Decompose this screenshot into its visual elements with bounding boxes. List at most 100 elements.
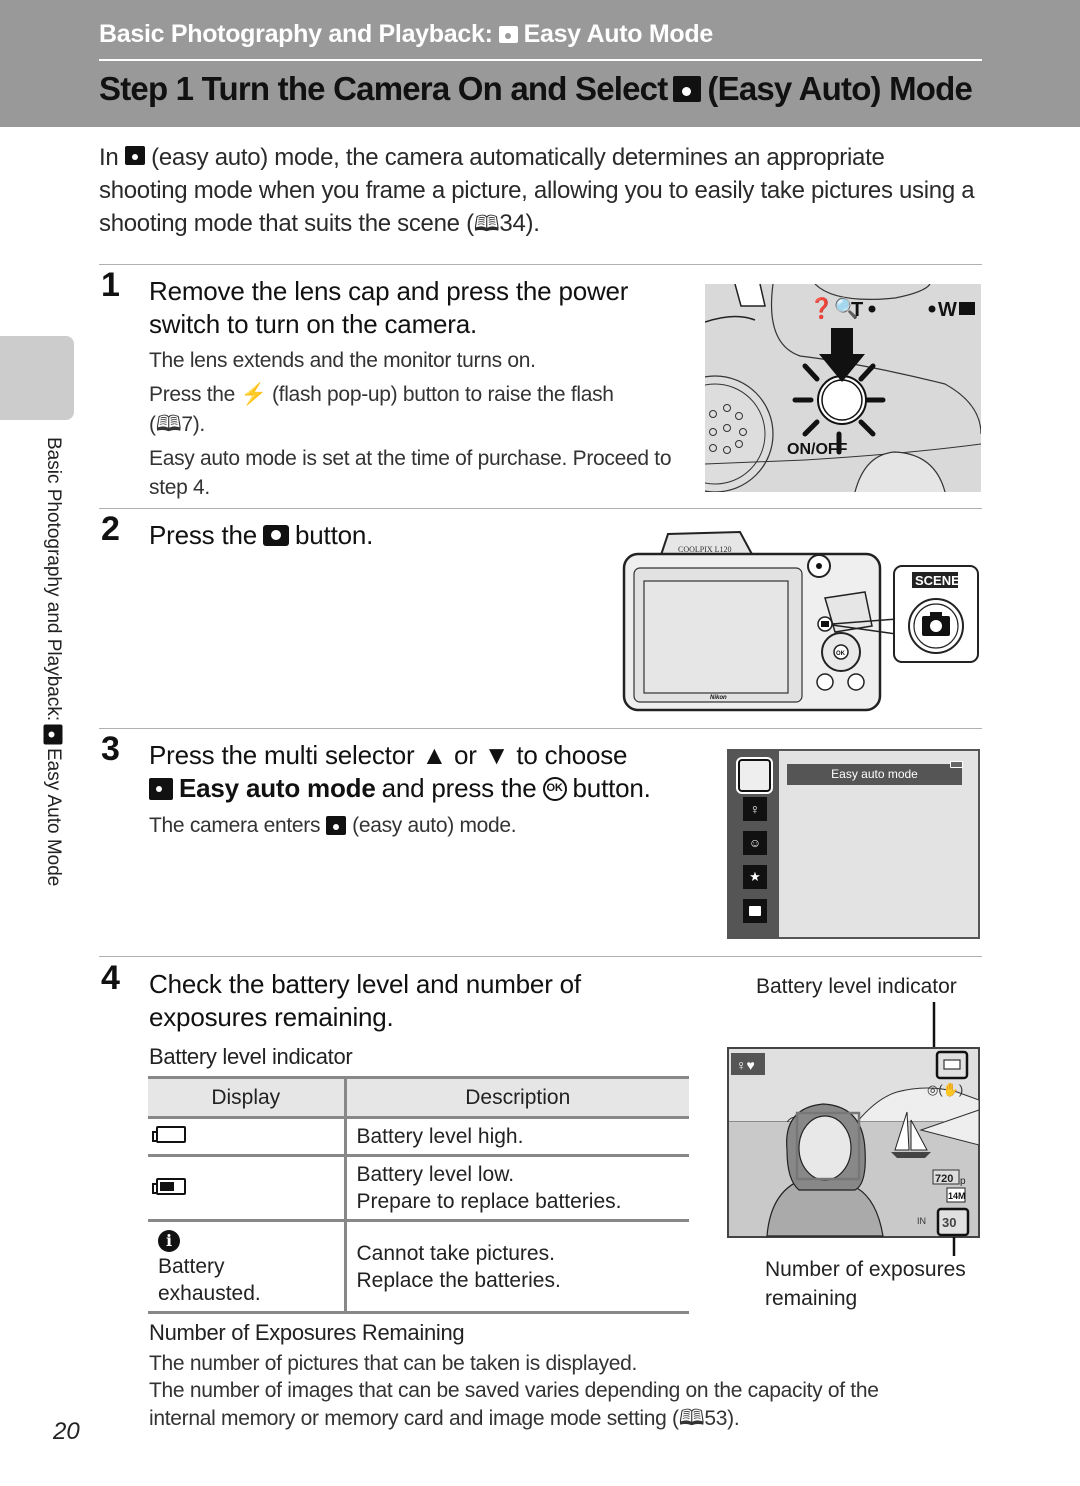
paragraph-text: The number of images that can be saved v… xyxy=(149,1379,879,1430)
easy-auto-icon xyxy=(673,76,702,102)
mode-scene-portrait[interactable]: ♀ xyxy=(743,797,767,821)
column-header-description: Description xyxy=(345,1076,689,1119)
column-header-display: Display xyxy=(148,1076,347,1119)
vr-icon: ◎(✋) xyxy=(927,1082,963,1097)
mode-sport-continuous[interactable]: ★ xyxy=(743,865,767,889)
divider xyxy=(99,956,982,957)
title-text: button. xyxy=(572,773,651,803)
mode-smart-portrait[interactable]: ☺ xyxy=(743,831,767,855)
book-reference-icon: 🕮 xyxy=(155,411,182,436)
paragraph-line: The number of images that can be saved v… xyxy=(149,1377,949,1432)
easy-auto-icon xyxy=(124,146,145,165)
step-title: Press the button. xyxy=(149,519,373,552)
header-divider xyxy=(99,59,982,61)
easy-auto-icon xyxy=(326,816,347,835)
display-text: Battery exhausted. xyxy=(158,1255,261,1305)
side-label-prefix: Basic Photography and Playback: xyxy=(43,437,64,722)
divider xyxy=(99,728,982,729)
scene-menu-screen: ♀ ☺ ★ Easy auto mode xyxy=(727,749,980,939)
mode-easy-auto-selected[interactable] xyxy=(736,757,773,794)
table-row: Battery level low. Prepare to replace ba… xyxy=(148,1155,689,1222)
ok-label: OK xyxy=(836,651,846,657)
description-line: Cannot take pictures. xyxy=(356,1241,555,1265)
flash-icon: ⚡ xyxy=(240,383,267,406)
image-mode-indicator: 14M xyxy=(948,1191,966,1201)
shooting-screen-illustration: ♀♥ ◎(✋) 720 p 14M IN 30 xyxy=(727,1002,980,1256)
step-title-line: Press the multi selector ▲ or ▼ to choos… xyxy=(149,739,719,772)
power-switch-illustration: ❓🔍 T W ON/OFF xyxy=(705,284,981,492)
title-prefix: Step 1 Turn the Camera On and Select xyxy=(99,70,668,107)
page-reference-link[interactable]: 53 xyxy=(704,1407,727,1430)
page-reference-link[interactable]: 34 xyxy=(499,210,525,237)
down-arrow-icon: ▼ xyxy=(483,740,510,770)
person-face xyxy=(798,1115,852,1181)
menu-title-bar: Easy auto mode xyxy=(787,764,962,785)
easy-auto-icon xyxy=(43,724,63,745)
delete-button xyxy=(847,673,865,691)
movie-mode-indicator: 720 xyxy=(935,1173,953,1185)
step-body-line: (🕮7). xyxy=(149,411,205,436)
book-reference-icon: 🕮 xyxy=(678,1405,705,1430)
title-text: Press the multi selector xyxy=(149,740,415,770)
step-number: 4 xyxy=(101,959,120,997)
exposures-remaining-count: 30 xyxy=(942,1215,956,1230)
book-reference-icon: 🕮 xyxy=(473,211,500,236)
section-mode-label: Easy Auto Mode xyxy=(523,20,714,48)
info-warning-icon: i xyxy=(158,1229,180,1252)
step-number: 3 xyxy=(101,730,120,768)
ok-button-icon: OK xyxy=(542,776,567,801)
description-cell: Battery level high. xyxy=(345,1117,689,1157)
paragraph-text: ). xyxy=(727,1407,740,1430)
intro-text: ). xyxy=(525,210,540,237)
side-chapter-label: Basic Photography and Playback: Easy Aut… xyxy=(42,437,64,887)
mode-auto[interactable] xyxy=(743,899,767,923)
table-row: i Battery exhausted. Cannot take picture… xyxy=(148,1220,689,1314)
display-cell xyxy=(148,1117,347,1157)
brand-logo: Nikon xyxy=(710,695,727,701)
exposures-paragraph: The number of pictures that can be taken… xyxy=(149,1350,949,1432)
page-number: 20 xyxy=(53,1418,80,1445)
step-body-line: The lens extends and the monitor turns o… xyxy=(149,349,536,372)
svg-text:p: p xyxy=(960,1176,966,1187)
page-reference-link[interactable]: 7 xyxy=(181,413,193,436)
divider xyxy=(99,264,982,265)
body-text: (easy auto) mode. xyxy=(352,814,517,837)
description-line: Prepare to replace batteries. xyxy=(356,1190,622,1213)
up-arrow-icon: ▲ xyxy=(421,740,447,770)
divider xyxy=(99,508,982,509)
menu-option-name: Easy auto mode xyxy=(179,773,376,803)
page-title: Step 1 Turn the Camera On and Select (Ea… xyxy=(99,70,973,108)
step-title-line: Easy auto mode and press the OK button. xyxy=(149,772,719,805)
title-text: and press the xyxy=(381,773,537,803)
step-number: 2 xyxy=(101,510,120,548)
description-cell: Battery level low. Prepare to replace ba… xyxy=(345,1155,689,1222)
section-heading: Basic Photography and Playback: Easy Aut… xyxy=(99,20,713,49)
body-text: Press the xyxy=(149,383,236,406)
intro-paragraph: In (easy auto) mode, the camera automati… xyxy=(99,141,979,240)
step-body-line: Easy auto mode is set at the time of pur… xyxy=(149,447,672,499)
step-body-line: Press the ⚡ (flash pop-up) button to rai… xyxy=(149,380,679,409)
shooting-mode-camera-icon xyxy=(263,525,290,546)
step-number: 1 xyxy=(101,266,120,304)
intro-text: In xyxy=(99,144,119,171)
easy-auto-icon xyxy=(149,777,173,800)
battery-icon xyxy=(950,761,963,768)
step-title: Press the multi selector ▲ or ▼ to choos… xyxy=(149,739,719,805)
subheading-battery-level: Battery level indicator xyxy=(149,1044,353,1069)
battery-level-icon xyxy=(943,1059,961,1070)
section-label: Basic Photography and Playback: xyxy=(99,20,493,48)
step-title: Remove the lens cap and press the power … xyxy=(149,276,629,339)
display-cell: i Battery exhausted. xyxy=(148,1220,347,1314)
step-title: Check the battery level and number of ex… xyxy=(149,969,581,1032)
subheading-exposures: Number of Exposures Remaining xyxy=(149,1320,465,1345)
title-text: or xyxy=(454,740,477,770)
step-body: The lens extends and the monitor turns o… xyxy=(149,346,679,502)
paragraph-line: The number of pictures that can be taken… xyxy=(149,1352,638,1375)
table-header-row: Display Description xyxy=(148,1076,689,1119)
battery-low-icon xyxy=(152,1177,186,1195)
camera-back-illustration: COOLPIX L120 Nikon OK SCENE xyxy=(622,530,979,712)
battery-full-icon xyxy=(152,1126,186,1143)
step-body: The camera enters (easy auto) mode. xyxy=(149,811,517,840)
scene-label: SCENE xyxy=(915,573,960,588)
battery-level-table: Display Description Battery level high. … xyxy=(148,1076,689,1314)
